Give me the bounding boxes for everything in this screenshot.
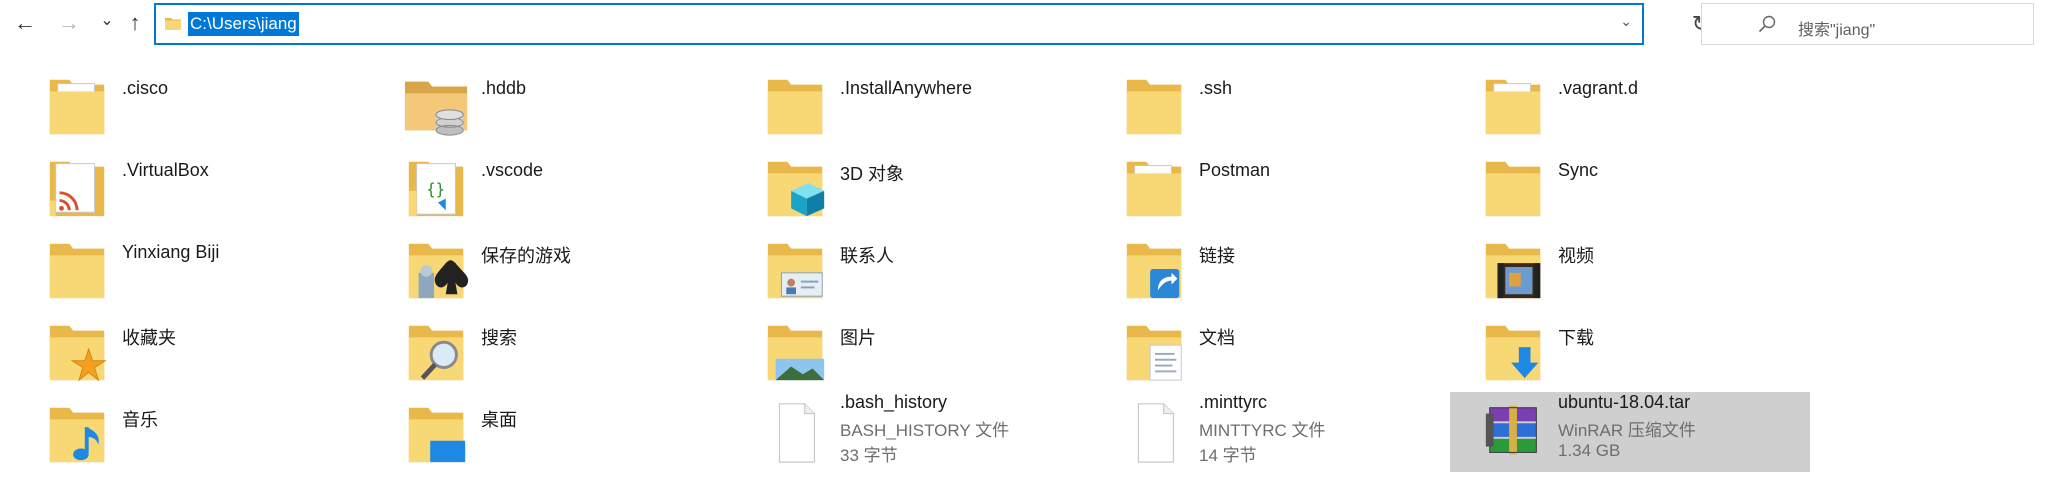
file-item[interactable]: .InstallAnywhere bbox=[740, 64, 1102, 146]
file-item[interactable]: .ssh bbox=[1099, 64, 1461, 146]
file-item[interactable]: Sync bbox=[1458, 146, 1820, 228]
file-name: 视频 bbox=[1558, 246, 1594, 266]
folder-search-icon bbox=[403, 316, 471, 384]
folder-desktop-icon bbox=[403, 398, 471, 466]
file-name: Postman bbox=[1199, 160, 1271, 180]
folder-icon bbox=[1121, 70, 1189, 138]
file-name: 图片 bbox=[840, 328, 876, 348]
file-item[interactable]: 图片 bbox=[740, 310, 1102, 392]
back-button[interactable]: ← bbox=[12, 10, 38, 36]
file-size: 14 字节 bbox=[1199, 446, 1257, 465]
folder-database-icon bbox=[403, 70, 471, 138]
file-item[interactable]: 链接 bbox=[1099, 228, 1461, 310]
file-item[interactable]: .vagrant.d bbox=[1458, 64, 1820, 146]
address-path[interactable]: C:\Users\jiang bbox=[188, 12, 299, 36]
search-input[interactable]: 搜索"jiang" bbox=[1798, 16, 1875, 40]
file-name: .vscode bbox=[481, 160, 544, 180]
folder-downloads-icon bbox=[1480, 316, 1548, 384]
forward-button[interactable]: → bbox=[56, 10, 82, 36]
file-item[interactable]: ubuntu-18.04.tar WinRAR 压缩文件 1.34 GB bbox=[1450, 392, 1810, 472]
folder-links-icon bbox=[1121, 234, 1189, 302]
file-name: ubuntu-18.04.tar bbox=[1558, 392, 1691, 412]
search-icon bbox=[1758, 15, 1776, 33]
file-item[interactable]: .minttyrc MINTTYRC 文件 14 字节 bbox=[1099, 392, 1461, 474]
folder-videos-icon bbox=[1480, 234, 1548, 302]
file-name: .ssh bbox=[1199, 78, 1233, 98]
folder-3d-icon bbox=[762, 152, 830, 220]
file-name: .minttyrc bbox=[1199, 392, 1268, 412]
file-name: 音乐 bbox=[122, 410, 158, 430]
folder-doc-icon bbox=[1480, 70, 1548, 138]
folder-rss-icon bbox=[44, 152, 112, 220]
file-name: .VirtualBox bbox=[122, 160, 209, 180]
file-name: 文档 bbox=[1199, 328, 1235, 348]
file-name: .bash_history bbox=[840, 392, 948, 412]
file-name: .InstallAnywhere bbox=[840, 78, 973, 98]
file-name: 桌面 bbox=[481, 410, 517, 430]
folder-music-icon bbox=[44, 398, 112, 466]
file-name: 联系人 bbox=[840, 246, 894, 266]
file-name: 下载 bbox=[1558, 328, 1594, 348]
file-icon bbox=[1121, 398, 1189, 466]
file-name: 3D 对象 bbox=[840, 164, 905, 184]
file-type: MINTTYRC 文件 bbox=[1199, 421, 1326, 440]
file-name: 链接 bbox=[1199, 246, 1235, 266]
file-item[interactable]: .cisco bbox=[22, 64, 384, 146]
folder-favorites-icon bbox=[44, 316, 112, 384]
up-button[interactable]: ↑ bbox=[122, 10, 148, 36]
folder-icon bbox=[1480, 152, 1548, 220]
folder-contacts-icon bbox=[762, 234, 830, 302]
file-name: 收藏夹 bbox=[122, 328, 176, 348]
recent-locations-button[interactable]: ⌄ bbox=[94, 8, 120, 34]
file-size: 1.34 GB bbox=[1558, 441, 1621, 460]
file-name: .hddb bbox=[481, 78, 527, 98]
file-item[interactable]: Yinxiang Biji bbox=[22, 228, 384, 310]
file-size: 33 字节 bbox=[840, 446, 898, 465]
address-bar[interactable]: C:\Users\jiang ⌄ bbox=[154, 3, 1644, 45]
file-name: 保存的游戏 bbox=[481, 246, 571, 266]
address-dropdown-icon[interactable]: ⌄ bbox=[1620, 13, 1632, 30]
folder-doc-icon bbox=[44, 70, 112, 138]
svg-text:{}: {} bbox=[426, 181, 445, 199]
folder-doc-icon bbox=[1121, 152, 1189, 220]
file-item[interactable]: .VirtualBox bbox=[22, 146, 384, 228]
file-name: .cisco bbox=[122, 78, 169, 98]
folder-documents-icon bbox=[1121, 316, 1189, 384]
file-item[interactable]: .hddb bbox=[381, 64, 743, 146]
file-item[interactable]: Postman bbox=[1099, 146, 1461, 228]
file-item[interactable]: 3D 对象 bbox=[740, 146, 1102, 228]
search-box[interactable]: 搜索"jiang" bbox=[1701, 3, 2034, 45]
file-item[interactable]: .bash_history BASH_HISTORY 文件 33 字节 bbox=[740, 392, 1102, 474]
file-item[interactable]: 联系人 bbox=[740, 228, 1102, 310]
folder-icon bbox=[762, 70, 830, 138]
file-name: 搜索 bbox=[481, 328, 517, 348]
winrar-archive-icon bbox=[1480, 398, 1548, 466]
file-name: Sync bbox=[1558, 160, 1599, 180]
file-item[interactable]: 收藏夹 bbox=[22, 310, 384, 392]
file-type: WinRAR 压缩文件 bbox=[1558, 421, 1696, 440]
file-icon bbox=[762, 398, 830, 466]
folder-icon bbox=[44, 234, 112, 302]
file-name: .vagrant.d bbox=[1558, 78, 1639, 98]
file-item[interactable]: 桌面 bbox=[381, 392, 743, 474]
file-item[interactable]: 保存的游戏 bbox=[381, 228, 743, 310]
folder-icon bbox=[165, 18, 181, 30]
folder-code-icon: {} bbox=[403, 152, 471, 220]
file-item[interactable]: 文档 bbox=[1099, 310, 1461, 392]
file-type: BASH_HISTORY 文件 bbox=[840, 421, 1010, 440]
folder-pictures-icon bbox=[762, 316, 830, 384]
file-item[interactable]: {} .vscode bbox=[381, 146, 743, 228]
file-item[interactable]: 搜索 bbox=[381, 310, 743, 392]
file-item[interactable]: 下载 bbox=[1458, 310, 1820, 392]
file-item[interactable]: 视频 bbox=[1458, 228, 1820, 310]
file-item[interactable]: 音乐 bbox=[22, 392, 384, 474]
folder-games-icon bbox=[403, 234, 471, 302]
file-name: Yinxiang Biji bbox=[122, 242, 220, 262]
